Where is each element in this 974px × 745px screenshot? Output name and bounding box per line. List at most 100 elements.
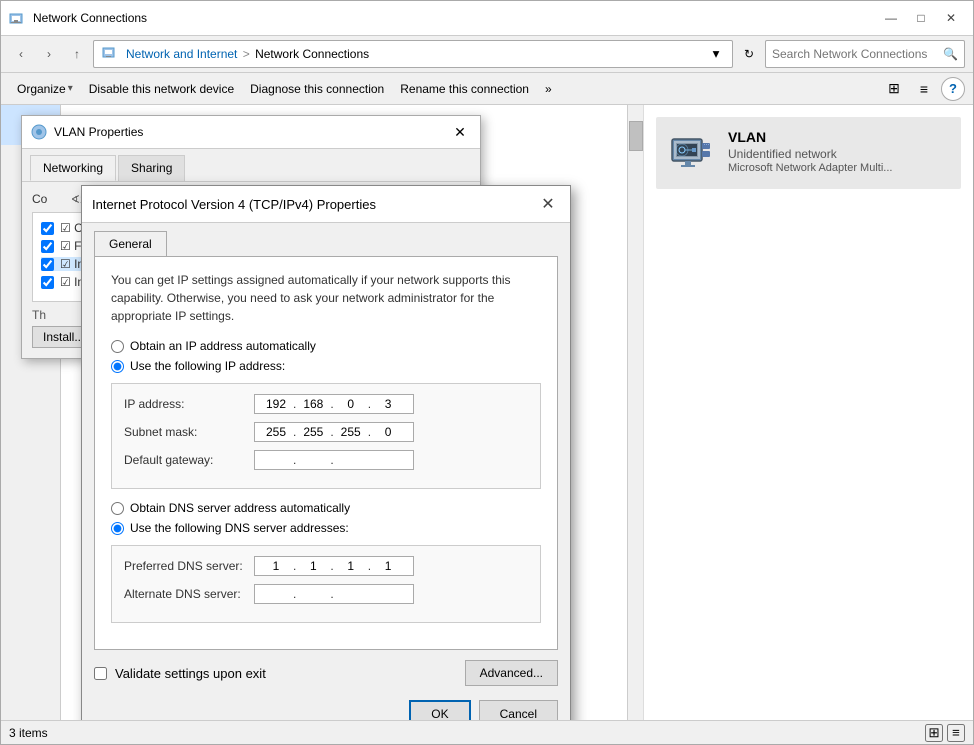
organize-button[interactable]: Organize ▾ — [9, 78, 81, 100]
rename-button[interactable]: Rename this connection — [392, 78, 537, 100]
radio-manual-dns-label[interactable]: Use the following DNS server addresses: — [130, 521, 349, 535]
preferred-dns-octet-3[interactable] — [336, 559, 366, 573]
vlan-card: VLAN Unidentified network Microsoft Netw… — [656, 117, 961, 189]
subnet-octet-4[interactable] — [373, 425, 403, 439]
ip-address-input[interactable]: . . . — [254, 394, 414, 414]
item-checkbox-4[interactable] — [41, 276, 54, 289]
status-list-button[interactable]: ≡ — [947, 724, 965, 742]
ok-button[interactable]: OK — [409, 700, 470, 720]
maximize-button[interactable]: □ — [907, 7, 935, 29]
radio-manual-dns-row: Use the following DNS server addresses: — [111, 521, 541, 535]
subnet-mask-input[interactable]: . . . — [254, 422, 414, 442]
tab-networking[interactable]: Networking — [30, 155, 116, 181]
search-box[interactable]: 🔍 — [765, 40, 965, 68]
minimize-button[interactable]: — — [877, 7, 905, 29]
item-checkbox-1[interactable] — [41, 222, 54, 235]
search-icon: 🔍 — [943, 47, 958, 61]
scrollbar-thumb[interactable] — [629, 121, 643, 151]
address-chevron[interactable]: ▾ — [708, 46, 724, 62]
validate-label[interactable]: Validate settings upon exit — [115, 666, 266, 681]
gateway-octet-1[interactable] — [261, 453, 291, 467]
close-button[interactable]: ✕ — [937, 7, 965, 29]
radio-auto-ip-row: Obtain an IP address automatically — [111, 339, 541, 353]
alternate-dns-label: Alternate DNS server: — [124, 587, 254, 601]
refresh-button[interactable]: ↻ — [737, 42, 761, 66]
radio-auto-ip[interactable] — [111, 340, 124, 353]
more-button[interactable]: » — [537, 78, 560, 100]
tab-general[interactable]: General — [94, 231, 167, 256]
radio-manual-ip-label[interactable]: Use the following IP address: — [130, 359, 285, 373]
gateway-row: Default gateway: . . — [124, 450, 528, 470]
item-checkbox-3[interactable] — [41, 258, 54, 271]
subnet-octet-1[interactable] — [261, 425, 291, 439]
alternate-dns-input[interactable]: . . — [254, 584, 414, 604]
scrollbar[interactable] — [627, 105, 643, 720]
vlan-dialog-title-bar: VLAN Properties ✕ — [22, 116, 480, 149]
gateway-octet-2[interactable] — [298, 453, 328, 467]
gateway-input[interactable]: . . — [254, 450, 414, 470]
back-button[interactable]: ‹ — [9, 42, 33, 66]
status-bar: 3 items ⊞ ≡ — [1, 720, 973, 744]
title-bar: Network Connections — □ ✕ — [1, 1, 973, 36]
search-input[interactable] — [772, 47, 943, 61]
view-list-button[interactable]: ≡ — [911, 76, 937, 102]
item-checkbox-2[interactable] — [41, 240, 54, 253]
dns-field-section: Preferred DNS server: . . . — [111, 545, 541, 623]
main-window: Network Connections — □ ✕ ‹ › ↑ Network … — [0, 0, 974, 745]
radio-manual-dns[interactable] — [111, 522, 124, 535]
up-button[interactable]: ↑ — [65, 42, 89, 66]
preferred-dns-input[interactable]: . . . — [254, 556, 414, 576]
vlan-name: VLAN — [728, 129, 892, 145]
help-button[interactable]: ? — [941, 77, 965, 101]
subnet-mask-label: Subnet mask: — [124, 425, 254, 439]
tcp-title-bar: Internet Protocol Version 4 (TCP/IPv4) P… — [82, 186, 570, 223]
forward-button[interactable]: › — [37, 42, 61, 66]
tcp-footer: OK Cancel — [82, 692, 570, 720]
alternate-dns-octet-2[interactable] — [298, 587, 328, 601]
gateway-octet-3[interactable] — [336, 453, 366, 467]
subnet-octet-3[interactable] — [336, 425, 366, 439]
breadcrumb-part1[interactable]: Network and Internet — [126, 47, 237, 61]
radio-auto-dns-label[interactable]: Obtain DNS server address automatically — [130, 501, 350, 515]
view-grid-button[interactable]: ⊞ — [881, 76, 907, 102]
ip-octet-3[interactable] — [336, 397, 366, 411]
tcp-dialog: Internet Protocol Version 4 (TCP/IPv4) P… — [81, 185, 571, 720]
tcp-tab-row: General — [82, 223, 570, 256]
diagnose-button[interactable]: Diagnose this connection — [242, 78, 392, 100]
ip-octet-1[interactable] — [261, 397, 291, 411]
tcp-close-button[interactable]: ✕ — [536, 194, 560, 214]
vlan-dialog-close[interactable]: ✕ — [448, 122, 472, 142]
tcp-content: You can get IP settings assigned automat… — [94, 256, 558, 650]
radio-manual-ip[interactable] — [111, 360, 124, 373]
validate-checkbox[interactable] — [94, 667, 107, 680]
radio-auto-ip-label[interactable]: Obtain an IP address automatically — [130, 339, 316, 353]
breadcrumb-part2: Network Connections — [255, 47, 369, 61]
preferred-dns-label: Preferred DNS server: — [124, 559, 254, 573]
alternate-dns-octet-1[interactable] — [261, 587, 291, 601]
status-grid-button[interactable]: ⊞ — [925, 724, 943, 742]
tcp-description: You can get IP settings assigned automat… — [111, 271, 541, 325]
preferred-dns-octet-1[interactable] — [261, 559, 291, 573]
advanced-button[interactable]: Advanced... — [465, 660, 558, 686]
radio-auto-dns-row: Obtain DNS server address automatically — [111, 501, 541, 515]
vlan-info: VLAN Unidentified network Microsoft Netw… — [728, 129, 892, 174]
ip-octet-2[interactable] — [298, 397, 328, 411]
vlan-status: Unidentified network — [728, 147, 892, 161]
address-box[interactable]: Network and Internet > Network Connectio… — [93, 40, 733, 68]
subnet-octet-2[interactable] — [298, 425, 328, 439]
preferred-dns-octet-4[interactable] — [373, 559, 403, 573]
vlan-adapter: Microsoft Network Adapter Multi... — [728, 162, 892, 174]
validate-row: Validate settings upon exit Advanced... — [94, 660, 558, 686]
ip-octet-4[interactable] — [373, 397, 403, 411]
alternate-dns-octet-3[interactable] — [336, 587, 366, 601]
preferred-dns-octet-2[interactable] — [298, 559, 328, 573]
radio-auto-dns[interactable] — [111, 502, 124, 515]
tab-sharing[interactable]: Sharing — [118, 155, 185, 181]
toolbar: Organize ▾ Disable this network device D… — [1, 73, 973, 105]
ip-address-row: IP address: . . . — [124, 394, 528, 414]
disable-button[interactable]: Disable this network device — [81, 78, 242, 100]
cancel-button[interactable]: Cancel — [479, 700, 558, 720]
address-breadcrumb: Network and Internet > Network Connectio… — [126, 47, 708, 61]
toolbar-right: ⊞ ≡ ? — [881, 76, 965, 102]
window-title: Network Connections — [33, 11, 877, 25]
